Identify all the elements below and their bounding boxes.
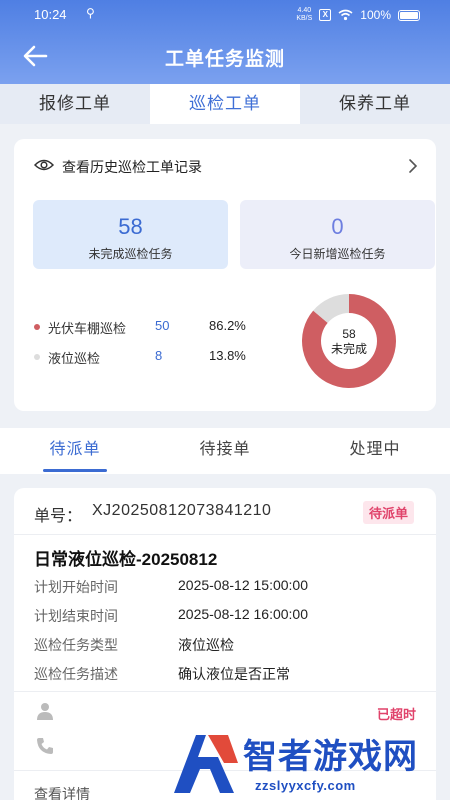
status-badge: 待派单	[362, 501, 414, 524]
legend-count: 8	[155, 348, 163, 363]
network-speed: 4.40 KB/S	[296, 7, 313, 22]
watermark-url: zzslyyxcfy.com	[255, 778, 356, 793]
chevron-right-icon	[409, 159, 418, 173]
page-title: 工单任务监测	[164, 49, 285, 70]
person-icon	[37, 703, 53, 720]
app-header: 10:24 ⚲ 4.40 KB/S X 100% 工单任务监测	[0, 0, 450, 84]
new-today-count: 0	[331, 214, 344, 239]
site-watermark: 智者游戏网 zzslyyxcfy.com	[168, 725, 450, 800]
legend-dot-pv-carport	[34, 324, 40, 330]
status-indicators: 4.40 KB/S X 100%	[296, 7, 420, 23]
legend-count: 50	[155, 318, 170, 333]
eye-icon	[34, 159, 54, 171]
wifi-icon	[338, 9, 353, 21]
legend-row: 液位巡检 8 13.8%	[34, 346, 274, 376]
unfinished-inspections-stat[interactable]: 58 未完成巡检任务	[33, 200, 228, 269]
tab-in-progress[interactable]: 处理中	[300, 428, 450, 474]
tab-inspection-orders[interactable]: 巡检工单	[150, 84, 300, 124]
divider	[14, 534, 436, 535]
watermark-title: 智者游戏网	[243, 738, 418, 776]
field-value: 液位巡检	[178, 637, 234, 653]
unfinished-count: 58	[118, 214, 143, 239]
inspection-type-legend: 光伏车棚巡检 50 86.2% 液位巡检 8 13.8%	[34, 316, 274, 376]
tab-pending-dispatch[interactable]: 待派单	[0, 428, 150, 474]
work-order-type-tabs: 报修工单 巡检工单 保养工单	[0, 84, 450, 124]
unfinished-label: 未完成巡检任务	[88, 247, 173, 261]
new-today-inspections-stat[interactable]: 0 今日新增巡检任务	[240, 200, 435, 269]
task-title: 日常液位巡检-20250812	[34, 550, 218, 569]
field-label: 计划开始时间	[34, 579, 118, 595]
legend-percent: 86.2%	[209, 318, 246, 333]
unfinished-donut-chart: 58 未完成	[302, 294, 396, 388]
field-value: 确认液位是否正常	[178, 666, 290, 682]
field-label: 巡检任务类型	[34, 637, 118, 653]
divider	[14, 691, 436, 692]
phone-icon[interactable]	[36, 737, 54, 755]
tab-pending-accept[interactable]: 待接单	[150, 428, 300, 474]
status-time: 10:24	[34, 7, 67, 22]
status-bar: 10:24 ⚲ 4.40 KB/S X 100%	[0, 0, 450, 28]
history-records-link[interactable]: 查看历史巡检工单记录	[14, 139, 436, 191]
donut-center-value: 58	[342, 327, 356, 341]
tab-repair-orders[interactable]: 报修工单	[0, 84, 150, 124]
legend-name: 光伏车棚巡检	[48, 321, 127, 336]
field-value: 2025-08-12 16:00:00	[178, 606, 308, 622]
field-value: 2025-08-12 15:00:00	[178, 577, 308, 593]
order-number-label: 单号：	[34, 508, 83, 525]
usb-icon: ⚲	[86, 6, 95, 20]
overtime-label: 已超时	[376, 707, 416, 722]
new-today-label: 今日新增巡检任务	[289, 247, 386, 261]
field-label: 计划结束时间	[34, 608, 118, 624]
battery-percent: 100%	[360, 8, 391, 22]
order-status-tabs: 待派单 待接单 处理中	[0, 428, 450, 474]
battery-icon	[398, 9, 420, 21]
field-label: 巡检任务描述	[34, 666, 118, 682]
view-details-link[interactable]: 查看详情	[34, 784, 90, 800]
notification-x-icon: X	[319, 9, 332, 21]
legend-dot-liquid-level	[34, 354, 40, 360]
legend-percent: 13.8%	[209, 348, 246, 363]
donut-center-label: 未完成	[331, 341, 367, 356]
legend-row: 光伏车棚巡检 50 86.2%	[34, 316, 274, 346]
tab-maintenance-orders[interactable]: 保养工单	[300, 84, 450, 124]
inspection-stats-card: 查看历史巡检工单记录 58 未完成巡检任务 0 今日新增巡检任务 光伏车棚巡检 …	[14, 139, 436, 411]
order-number: XJ20250812073841210	[92, 502, 272, 519]
legend-name: 液位巡检	[48, 351, 101, 366]
history-records-label: 查看历史巡检工单记录	[62, 159, 202, 175]
watermark-logo	[174, 735, 238, 793]
